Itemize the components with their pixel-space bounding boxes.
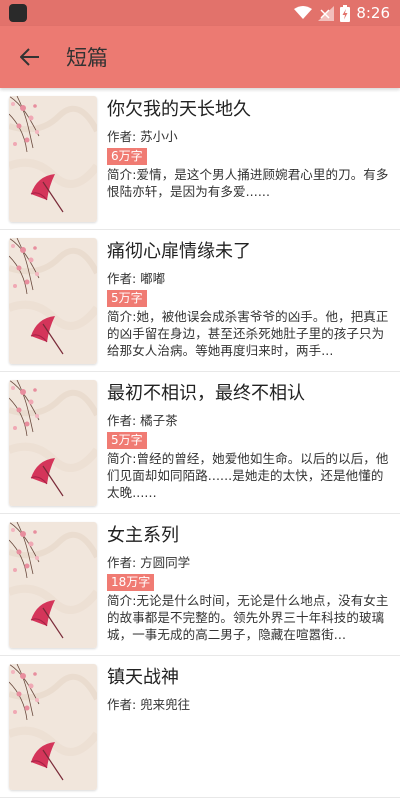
book-list: 你欠我的天长地久 作者: 苏小小 6万字 简介:爱情，是这个男人捅进顾婉君心里的… — [0, 88, 400, 798]
book-title: 女主系列 — [107, 525, 179, 546]
book-description: 简介:无论是什么时间，无论是什么地点，没有女主的故事都是不完整的。领先外界三十年… — [107, 593, 389, 642]
arrow-left-icon — [20, 48, 39, 66]
book-author: 作者: 苏小小 — [107, 129, 178, 144]
book-list-item[interactable]: 镇天战神 作者: 兜来兜往 — [0, 656, 400, 798]
word-count-badge: 5万字 — [107, 432, 147, 449]
book-list-item[interactable]: 最初不相识，最终不相认 作者: 橘子茶 5万字 简介:曾经的曾经，她爱他如生命。… — [0, 372, 400, 514]
book-description: 简介:曾经的曾经，她爱他如生命。以后的以后，他们见面却如同陌路......是她走… — [107, 451, 389, 500]
book-author: 作者: 嘟嘟 — [107, 271, 166, 286]
back-button[interactable] — [18, 45, 42, 69]
book-author: 作者: 橘子茶 — [107, 413, 178, 428]
battery-charging-icon — [340, 4, 351, 22]
book-author: 作者: 兜来兜往 — [107, 697, 191, 712]
app-bar: 短篇 — [0, 26, 400, 88]
book-author: 作者: 方圆同学 — [107, 555, 191, 570]
page-title: 短篇 — [66, 46, 108, 70]
book-list-item[interactable]: 痛彻心扉情缘未了 作者: 嘟嘟 5万字 简介:她，被他误会成杀害爷爷的凶手。他，… — [0, 230, 400, 372]
book-title: 最初不相识，最终不相认 — [107, 383, 305, 404]
wifi-icon — [294, 6, 313, 19]
book-cover — [9, 380, 97, 506]
status-bar: 8:26 — [0, 0, 400, 26]
word-count-badge: 6万字 — [107, 148, 147, 165]
notification-app-icon — [9, 4, 27, 22]
book-title: 痛彻心扉情缘未了 — [107, 241, 251, 262]
book-list-item[interactable]: 你欠我的天长地久 作者: 苏小小 6万字 简介:爱情，是这个男人捅进顾婉君心里的… — [0, 88, 400, 230]
book-cover — [9, 96, 97, 222]
status-time: 8:26 — [356, 4, 390, 22]
book-description: 简介:她，被他误会成杀害爷爷的凶手。他，把真正的凶手留在身边，甚至还杀死她肚子里… — [107, 309, 389, 358]
book-cover — [9, 522, 97, 648]
book-title: 镇天战神 — [107, 667, 179, 688]
word-count-badge: 18万字 — [107, 574, 155, 591]
book-description: 简介:爱情，是这个男人捅进顾婉君心里的刀。有多恨陆亦轩，是因为有多爱...... — [107, 167, 389, 199]
book-cover — [9, 664, 97, 790]
book-cover — [9, 238, 97, 364]
cellular-signal-icon — [318, 5, 335, 21]
book-title: 你欠我的天长地久 — [107, 99, 251, 120]
word-count-badge: 5万字 — [107, 290, 147, 307]
book-list-item[interactable]: 女主系列 作者: 方圆同学 18万字 简介:无论是什么时间，无论是什么地点，没有… — [0, 514, 400, 656]
